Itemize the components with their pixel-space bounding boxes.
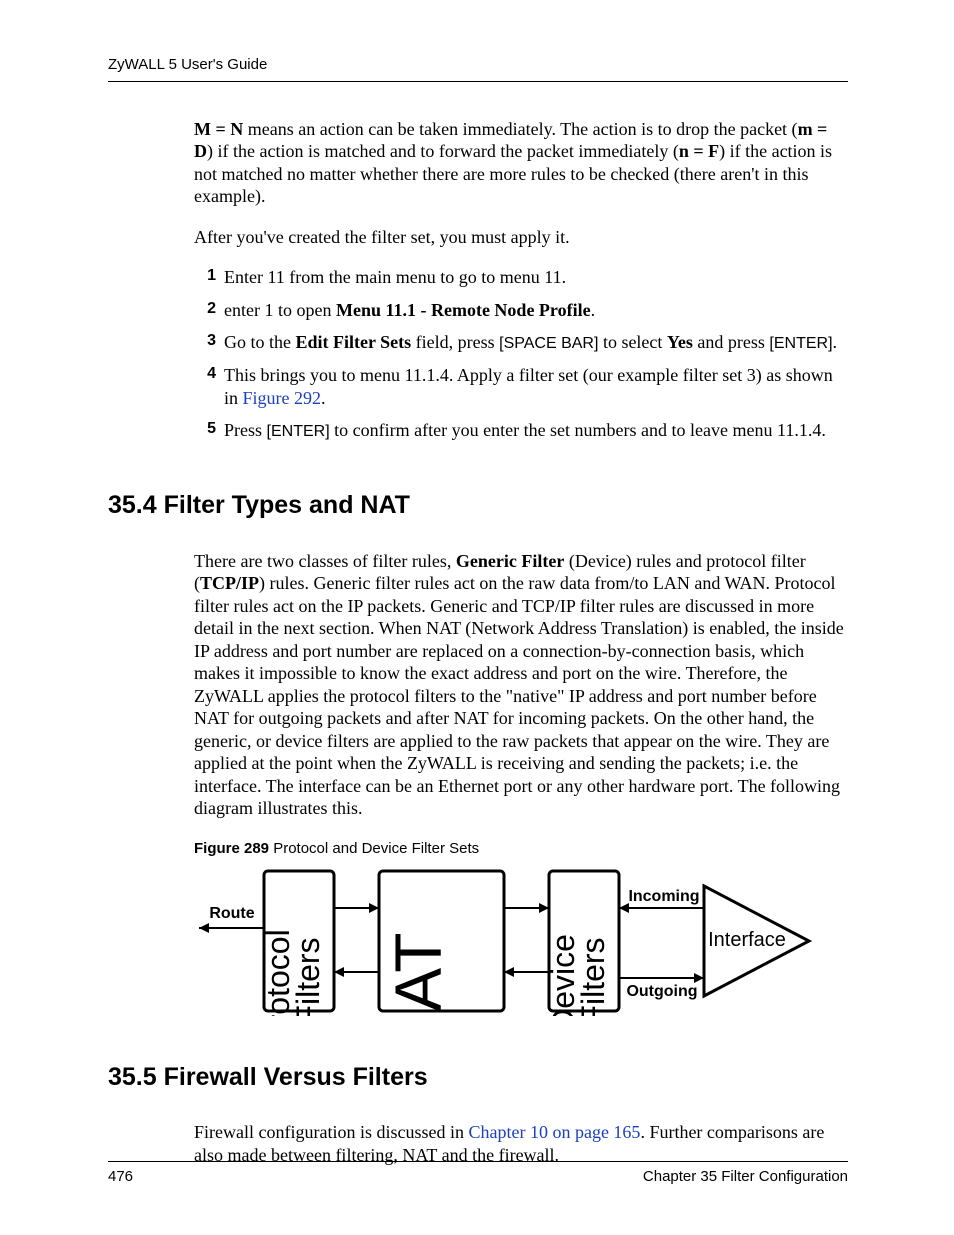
step-number: 5 [194, 419, 216, 439]
step-text: Enter 11 from the main menu to go to men… [224, 266, 848, 289]
page-number: 476 [108, 1168, 133, 1187]
section-354-title: 35.4 Filter Types and NAT [108, 490, 848, 521]
step3-e: to select [598, 332, 666, 352]
step-text: This brings you to menu 11.1.4. Apply a … [224, 364, 848, 409]
s354-a: There are two classes of filter rules, [194, 551, 456, 571]
step-number: 3 [194, 331, 216, 351]
route-label: Route [209, 905, 254, 922]
step3-a: Go to the [224, 332, 296, 352]
section-354-para: There are two classes of filter rules, G… [194, 550, 848, 820]
incoming-label: Incoming [628, 888, 699, 905]
list-item: 3 Go to the Edit Filter Sets field, pres… [194, 331, 848, 354]
step3-key1: [SPACE BAR] [499, 335, 598, 352]
intro-bold-1: M = N [194, 119, 243, 139]
step2-c: . [591, 300, 596, 320]
section-355-body: Firewall configuration is discussed in C… [194, 1121, 848, 1166]
intro-para-2: After you've created the filter set, you… [194, 226, 848, 249]
nat-label: NAT [381, 933, 455, 1017]
step3-key2: [ENTER] [769, 335, 832, 352]
list-item: 1 Enter 11 from the main menu to go to m… [194, 266, 848, 289]
outgoing-label: Outgoing [626, 983, 697, 1000]
interface-label: Interface [708, 929, 786, 951]
list-item: 2 enter 1 to open Menu 11.1 - Remote Nod… [194, 299, 848, 322]
figure-number: Figure 289 [194, 840, 269, 857]
guide-title: ZyWALL 5 User's Guide [108, 56, 267, 73]
step5-c: to confirm after you enter the set numbe… [330, 420, 826, 440]
step-number: 4 [194, 364, 216, 384]
filters2-label: Filters [575, 938, 611, 1017]
document-page: ZyWALL 5 User's Guide M = N means an act… [0, 0, 954, 1235]
steps-list: 1 Enter 11 from the main menu to go to m… [194, 266, 848, 442]
section-355-title: 35.5 Firewall Versus Filters [108, 1062, 848, 1093]
s354-d: TCP/IP [200, 573, 259, 593]
intro-text-1: means an action can be taken immediately… [243, 119, 797, 139]
s354-e: ) rules. Generic filter rules act on the… [194, 573, 844, 818]
step2-bold: Menu 11.1 - Remote Node Profile [336, 300, 591, 320]
figure-289-caption: Figure 289 Protocol and Device Filter Se… [194, 840, 848, 859]
figure-caption-text: Protocol and Device Filter Sets [269, 840, 479, 857]
intro-bold-3: n = F [679, 141, 719, 161]
step5-key: [ENTER] [267, 423, 330, 440]
step-text: enter 1 to open Menu 11.1 - Remote Node … [224, 299, 848, 322]
chapter-10-link[interactable]: Chapter 10 on page 165 [468, 1122, 640, 1142]
step4-b: . [321, 388, 326, 408]
list-item: 5 Press [ENTER] to confirm after you ent… [194, 419, 848, 442]
step3-g: and press [693, 332, 769, 352]
figure-289-diagram: Route Protocol Filters NAT Device Filter… [194, 866, 848, 1022]
step2-a: enter 1 to open [224, 300, 336, 320]
intro-text-2: ) if the action is matched and to forwar… [207, 141, 679, 161]
step3-i: . [833, 332, 838, 352]
step-number: 1 [194, 266, 216, 286]
s355-a: Firewall configuration is discussed in [194, 1122, 468, 1142]
step-text: Go to the Edit Filter Sets field, press … [224, 331, 848, 354]
list-item: 4 This brings you to menu 11.1.4. Apply … [194, 364, 848, 409]
filters1-label: Filters [290, 938, 326, 1017]
protocol-device-filter-diagram: Route Protocol Filters NAT Device Filter… [194, 866, 814, 1016]
step3-b: Edit Filter Sets [296, 332, 412, 352]
section-355-para: Firewall configuration is discussed in C… [194, 1121, 848, 1166]
step-text: Press [ENTER] to confirm after you enter… [224, 419, 848, 442]
step3-f: Yes [667, 332, 693, 352]
step5-a: Press [224, 420, 267, 440]
figure-292-link[interactable]: Figure 292 [243, 388, 322, 408]
page-footer: 476 Chapter 35 Filter Configuration [108, 1161, 848, 1187]
chapter-label: Chapter 35 Filter Configuration [643, 1168, 848, 1187]
step3-c: field, press [411, 332, 499, 352]
step-number: 2 [194, 299, 216, 319]
s354-b: Generic Filter [456, 551, 564, 571]
page-header: ZyWALL 5 User's Guide [108, 52, 848, 82]
section-354-body: There are two classes of filter rules, G… [194, 550, 848, 820]
intro-block: M = N means an action can be taken immed… [194, 118, 848, 443]
intro-para-1: M = N means an action can be taken immed… [194, 118, 848, 208]
